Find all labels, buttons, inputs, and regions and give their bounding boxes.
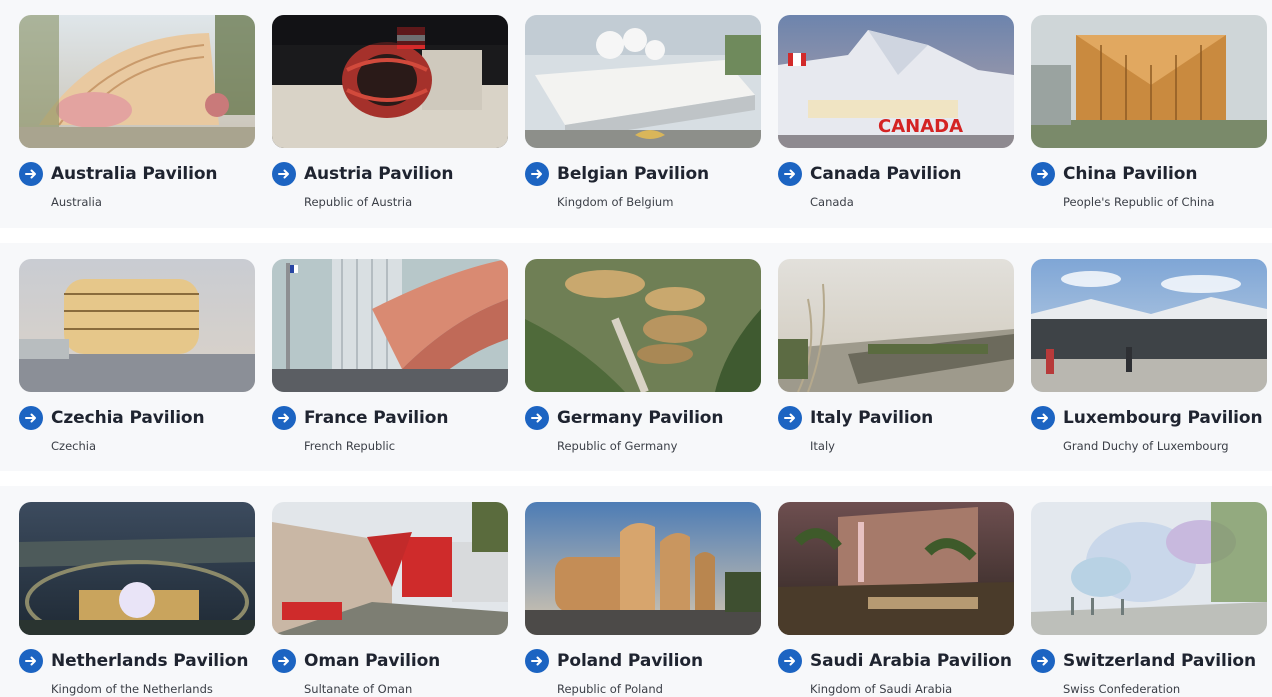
pavilion-title[interactable]: Austria Pavilion [304, 164, 453, 184]
italy-pavilion-photo [778, 259, 1014, 392]
pavilion-country: Canada [810, 195, 854, 209]
pavilion-country: Italy [810, 439, 835, 453]
pavilion-card-canada[interactable]: CANADA Canada Pavilion Canada [778, 15, 1014, 209]
arrow-right-circle-icon[interactable] [1031, 649, 1055, 673]
pavilion-card-netherlands[interactable]: Netherlands Pavilion Kingdom of the Neth… [19, 502, 255, 696]
pavilion-title[interactable]: Saudi Arabia Pavilion [810, 651, 1012, 671]
pavilion-card-belgian[interactable]: Belgian Pavilion Kingdom of Belgium [525, 15, 761, 209]
arrow-right-circle-icon[interactable] [525, 162, 549, 186]
arrow-right-circle-icon[interactable] [778, 649, 802, 673]
pavilion-country: Grand Duchy of Luxembourg [1063, 439, 1229, 453]
china-pavilion-photo [1031, 15, 1267, 148]
czechia-pavilion-photo [19, 259, 255, 392]
pavilion-card-france[interactable]: France Pavilion French Republic [272, 259, 508, 453]
australia-pavilion-photo [19, 15, 255, 148]
arrow-right-circle-icon[interactable] [525, 649, 549, 673]
pavilion-card-australia[interactable]: Australia Pavilion Australia [19, 15, 255, 209]
switzerland-pavilion-thumbnail[interactable] [1031, 502, 1267, 635]
pavilion-card-austria[interactable]: Austria Pavilion Republic of Austria [272, 15, 508, 209]
pavilion-country: Republic of Germany [557, 439, 678, 453]
canada-pavilion-photo: CANADA [778, 15, 1014, 148]
arrow-right-circle-icon[interactable] [272, 406, 296, 430]
pavilion-card-germany[interactable]: Germany Pavilion Republic of Germany [525, 259, 761, 453]
pavilion-card-czechia[interactable]: Czechia Pavilion Czechia [19, 259, 255, 453]
oman-pavilion-thumbnail[interactable] [272, 502, 508, 635]
france-pavilion-photo [272, 259, 508, 392]
pavilion-title[interactable]: Czechia Pavilion [51, 408, 205, 428]
italy-pavilion-thumbnail[interactable] [778, 259, 1014, 392]
arrow-right-circle-icon[interactable] [1031, 406, 1055, 430]
pavilion-title[interactable]: Australia Pavilion [51, 164, 218, 184]
pavilion-country: Kingdom of Saudi Arabia [810, 682, 953, 696]
pavilion-card-switzerland[interactable]: Switzerland Pavilion Swiss Confederation [1031, 502, 1267, 696]
germany-pavilion-thumbnail[interactable] [525, 259, 761, 392]
pavilion-country: Sultanate of Oman [304, 682, 413, 696]
pavilion-grid: Australia Pavilion Australia Austria Pav… [0, 0, 1272, 697]
poland-pavilion-thumbnail[interactable] [525, 502, 761, 635]
pavilion-title[interactable]: Canada Pavilion [810, 164, 962, 184]
poland-pavilion-photo [525, 502, 761, 635]
saudi-arabia-pavilion-photo [778, 502, 1014, 635]
pavilion-title[interactable]: China Pavilion [1063, 164, 1197, 184]
arrow-right-circle-icon[interactable] [19, 649, 43, 673]
arrow-right-circle-icon[interactable] [19, 162, 43, 186]
pavilion-title[interactable]: France Pavilion [304, 408, 448, 428]
saudi-arabia-pavilion-thumbnail[interactable] [778, 502, 1014, 635]
pavilion-card-saudi-arabia[interactable]: Saudi Arabia Pavilion Kingdom of Saudi A… [778, 502, 1014, 696]
netherlands-pavilion-photo [19, 502, 255, 635]
pavilion-country: People's Republic of China [1063, 195, 1215, 209]
austria-pavilion-photo [272, 15, 508, 148]
pavilion-country: Australia [51, 195, 102, 209]
china-pavilion-thumbnail[interactable] [1031, 15, 1267, 148]
austria-pavilion-thumbnail[interactable] [272, 15, 508, 148]
arrow-right-circle-icon[interactable] [778, 406, 802, 430]
australia-pavilion-thumbnail[interactable] [19, 15, 255, 148]
belgian-pavilion-thumbnail[interactable] [525, 15, 761, 148]
arrow-right-circle-icon[interactable] [19, 406, 43, 430]
pavilion-country: Czechia [51, 439, 96, 453]
czechia-pavilion-thumbnail[interactable] [19, 259, 255, 392]
oman-pavilion-photo [272, 502, 508, 635]
pavilion-title[interactable]: Netherlands Pavilion [51, 651, 248, 671]
switzerland-pavilion-photo [1031, 502, 1267, 635]
pavilion-country: Kingdom of Belgium [557, 195, 674, 209]
pavilion-title[interactable]: Poland Pavilion [557, 651, 703, 671]
pavilion-title[interactable]: Switzerland Pavilion [1063, 651, 1256, 671]
arrow-right-circle-icon[interactable] [272, 649, 296, 673]
pavilion-card-luxembourg[interactable]: Luxembourg Pavilion Grand Duchy of Luxem… [1031, 259, 1267, 453]
pavilion-country: Republic of Austria [304, 195, 413, 209]
pavilion-country: Republic of Poland [557, 682, 663, 696]
pavilion-card-italy[interactable]: Italy Pavilion Italy [778, 259, 1014, 453]
pavilion-title[interactable]: Germany Pavilion [557, 408, 723, 428]
pavilion-card-poland[interactable]: Poland Pavilion Republic of Poland [525, 502, 761, 696]
canada-sign: CANADA [878, 116, 963, 137]
pavilion-card-oman[interactable]: Oman Pavilion Sultanate of Oman [272, 502, 508, 696]
belgian-pavilion-photo [525, 15, 761, 148]
pavilion-title[interactable]: Belgian Pavilion [557, 164, 709, 184]
pavilion-card-china[interactable]: China Pavilion People's Republic of Chin… [1031, 15, 1267, 209]
arrow-right-circle-icon[interactable] [778, 162, 802, 186]
canada-pavilion-thumbnail[interactable]: CANADA [778, 15, 1014, 148]
luxembourg-pavilion-thumbnail[interactable] [1031, 259, 1267, 392]
arrow-right-circle-icon[interactable] [525, 406, 549, 430]
pavilion-title[interactable]: Oman Pavilion [304, 651, 440, 671]
pavilion-country: Swiss Confederation [1063, 682, 1181, 696]
pavilion-country: French Republic [304, 439, 396, 453]
arrow-right-circle-icon[interactable] [272, 162, 296, 186]
germany-pavilion-photo [525, 259, 761, 392]
pavilion-title[interactable]: Italy Pavilion [810, 408, 933, 428]
pavilion-title[interactable]: Luxembourg Pavilion [1063, 408, 1263, 428]
pavilion-country: Kingdom of the Netherlands [51, 682, 213, 696]
arrow-right-circle-icon[interactable] [1031, 162, 1055, 186]
luxembourg-pavilion-photo [1031, 259, 1267, 392]
france-pavilion-thumbnail[interactable] [272, 259, 508, 392]
netherlands-pavilion-thumbnail[interactable] [19, 502, 255, 635]
